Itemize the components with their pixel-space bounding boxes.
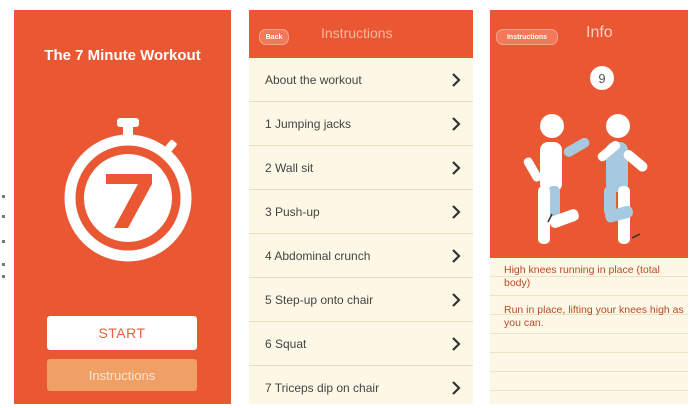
nav-bar: Back Instructions bbox=[249, 10, 473, 58]
nav-title: Instructions bbox=[321, 25, 393, 41]
instructions-button[interactable]: Instructions bbox=[47, 359, 197, 391]
back-button[interactable]: Back bbox=[259, 29, 289, 45]
instructions-screen: Back Instructions About the workout 1 Ju… bbox=[249, 10, 473, 404]
chevron-right-icon bbox=[452, 293, 461, 307]
exercise-list: About the workout 1 Jumping jacks 2 Wall… bbox=[249, 58, 473, 404]
list-item-label: 3 Push-up bbox=[265, 204, 320, 219]
list-item[interactable]: 1 Jumping jacks bbox=[249, 102, 473, 146]
list-item[interactable]: 5 Step-up onto chair bbox=[249, 278, 473, 322]
nav-bar: Instructions Info bbox=[490, 10, 688, 58]
back-instructions-button[interactable]: Instructions bbox=[496, 29, 558, 45]
list-item-label: 5 Step-up onto chair bbox=[265, 292, 374, 307]
exercise-name: High knees running in place (total body) bbox=[504, 264, 660, 289]
list-item[interactable]: 6 Squat bbox=[249, 322, 473, 366]
chevron-right-icon bbox=[452, 161, 461, 175]
list-item-label: 7 Triceps dip on chair bbox=[265, 380, 380, 395]
chevron-right-icon bbox=[452, 381, 461, 395]
step-number-badge: 9 bbox=[590, 66, 614, 90]
list-item-label: 4 Abdominal crunch bbox=[265, 248, 371, 263]
edge-marks bbox=[0, 195, 6, 285]
list-item[interactable]: About the workout bbox=[249, 58, 473, 102]
start-button[interactable]: START bbox=[47, 316, 197, 350]
high-knees-figure-icon bbox=[523, 114, 648, 244]
list-item-label: About the workout bbox=[265, 72, 362, 87]
list-item[interactable]: 3 Push-up bbox=[249, 190, 473, 234]
exercise-description: Run in place, lifting your knees high as… bbox=[504, 304, 684, 329]
chevron-right-icon bbox=[452, 205, 461, 219]
chevron-right-icon bbox=[452, 117, 461, 131]
stopwatch-logo-icon: 7 bbox=[64, 118, 192, 262]
list-item-label: 2 Wall sit bbox=[265, 160, 314, 175]
home-screen: The 7 Minute Workout 7 START Instruction… bbox=[14, 10, 231, 404]
nav-title: Info bbox=[586, 24, 613, 41]
list-item[interactable]: 7 Triceps dip on chair bbox=[249, 366, 473, 404]
list-item[interactable]: 4 Abdominal crunch bbox=[249, 234, 473, 278]
chevron-right-icon bbox=[452, 249, 461, 263]
list-item[interactable]: 2 Wall sit bbox=[249, 146, 473, 190]
info-screen: Instructions Info 9 High knees running i… bbox=[490, 10, 688, 404]
list-item-label: 6 Squat bbox=[265, 336, 307, 351]
app-title: The 7 Minute Workout bbox=[44, 47, 201, 64]
list-item-label: 1 Jumping jacks bbox=[265, 116, 352, 131]
chevron-right-icon bbox=[452, 73, 461, 87]
chevron-right-icon bbox=[452, 337, 461, 351]
